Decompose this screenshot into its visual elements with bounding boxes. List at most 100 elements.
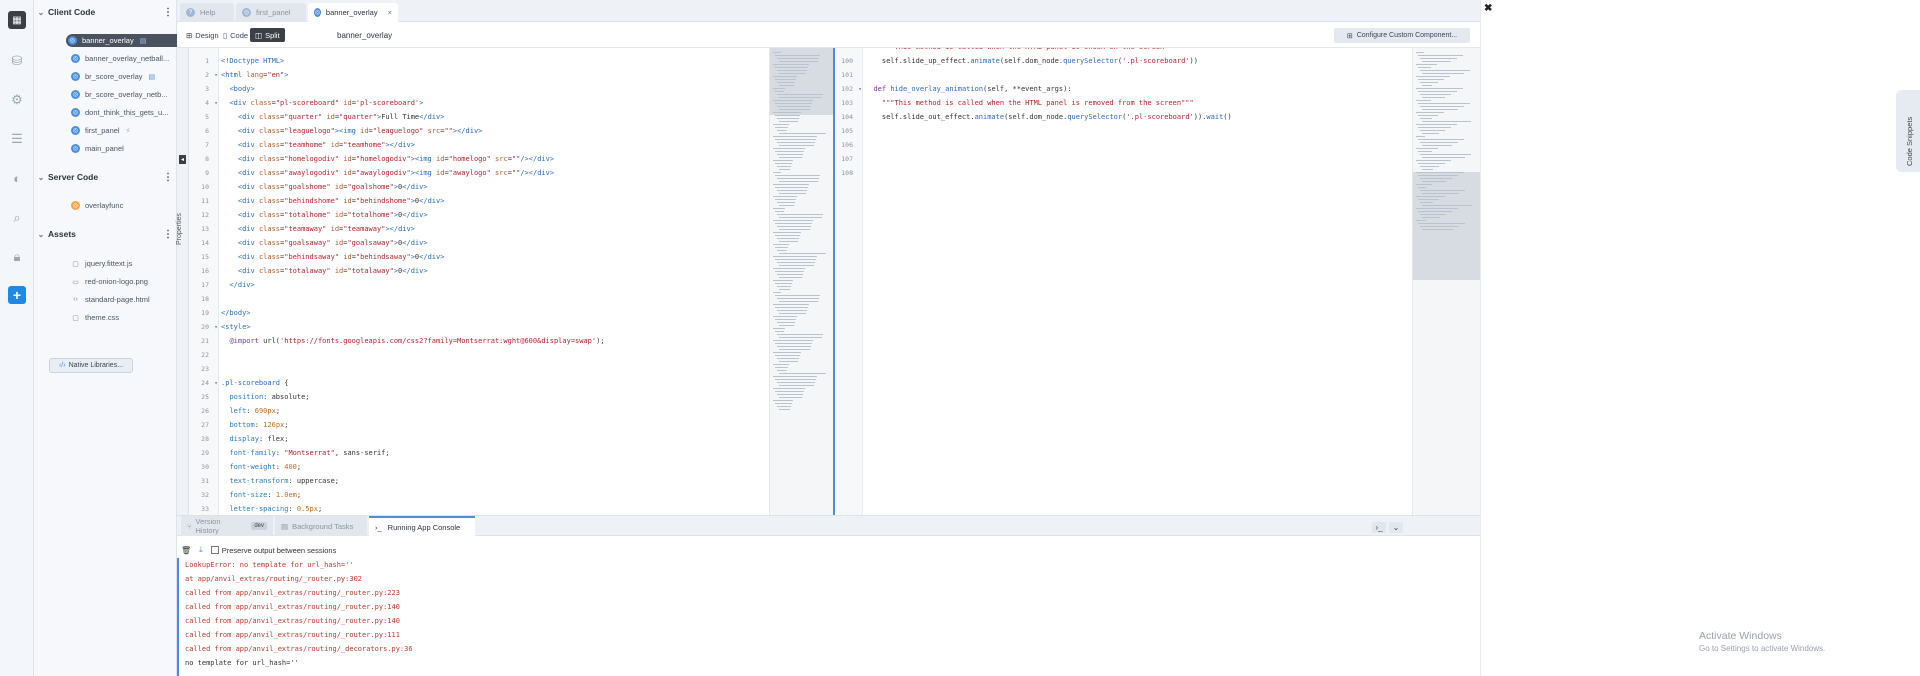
code-line[interactable]: <div class="goalshome" id="goalshome">0<… <box>221 180 428 194</box>
branch-icon: ⑂ <box>187 521 192 531</box>
close-tab-icon[interactable]: × <box>388 8 392 17</box>
html-code-editor[interactable]: 1 <!Doctype HTML> 2 ▾ <html lang="en"> 3 <bod… <box>189 48 833 515</box>
sidebar-item-overlayfunc[interactable]: ◎ overlayfunc <box>71 199 177 212</box>
code-line[interactable]: <body> <box>221 82 254 96</box>
python-minimap[interactable] <box>1412 48 1480 515</box>
code-line[interactable]: <div class="teamaway" id="teamaway"></di… <box>221 222 415 236</box>
code-line[interactable]: letter-spacing: 0.5px; <box>221 502 322 515</box>
sidebar-item-first-panel[interactable]: ◎ first_panel ⚡︎ <box>71 124 177 137</box>
sidebar-item-banner-overlay[interactable]: ◎ banner_overlay ▤ <box>66 34 177 47</box>
code-line[interactable]: font-family: "Montserrat", sans-serif; <box>221 446 389 460</box>
minimap-line <box>775 139 816 140</box>
split-view-button[interactable]: ◫ Split <box>250 28 285 42</box>
sidebar-item-br-score-overlay[interactable]: ◎ br_score_overlay ▤ <box>71 70 177 83</box>
trash-icon[interactable]: 🗑︎ <box>181 546 191 555</box>
terminal-icon[interactable]: ›_ <box>1372 522 1386 533</box>
asset-item-standard-page[interactable]: ‹› standard-page.html <box>71 293 177 306</box>
code-line[interactable]: text-transform: uppercase; <box>221 474 339 488</box>
code-line[interactable]: <div class="behindsaway" id="behindsaway… <box>221 250 445 264</box>
lock-icon[interactable]: 🔒︎ <box>8 248 26 266</box>
code-line[interactable]: def hide_overlay_animation(self, **event… <box>865 82 1071 96</box>
html-minimap[interactable] <box>769 48 833 515</box>
code-line[interactable]: <div class="totalaway" id="totalaway">0<… <box>221 264 428 278</box>
fold-toggle-icon[interactable]: ▾ <box>210 320 218 334</box>
code-line[interactable]: @import url('https://fonts.googleapis.co… <box>221 334 604 348</box>
fold-toggle-icon[interactable]: ▾ <box>210 376 218 390</box>
close-icon[interactable]: ✖ <box>1484 3 1492 14</box>
fold-toggle-icon[interactable]: ▾ <box>210 96 218 110</box>
more-options-icon[interactable]: ⋮ <box>163 172 173 183</box>
more-options-icon[interactable]: ⋮ <box>163 7 173 18</box>
python-code-editor[interactable]: """This method is called when the HTML p… <box>835 48 1480 515</box>
client-code-header[interactable]: ⌄ Client Code ⋮ <box>34 2 177 22</box>
chevron-down-icon[interactable]: ⌄ <box>34 8 48 17</box>
code-line[interactable]: <style> <box>221 320 251 334</box>
tab-help[interactable]: ? Help <box>180 3 234 22</box>
asset-item-theme-css[interactable]: ▢ theme.css <box>71 311 177 324</box>
code-line[interactable]: <div class="awaylogodiv" id="awaylogodiv… <box>221 166 554 180</box>
code-line[interactable]: font-size: 1.0em; <box>221 488 301 502</box>
server-code-header[interactable]: ⌄ Server Code ⋮ <box>34 167 177 187</box>
minimap-line <box>775 379 816 380</box>
settings-icon[interactable]: ⚙ <box>8 91 26 109</box>
preserve-checkbox[interactable] <box>210 546 219 554</box>
expand-properties-icon[interactable]: ◂ <box>179 155 186 164</box>
code-line[interactable]: self.slide_up_effect.animate(self.dom_no… <box>865 54 1198 68</box>
asset-item-red-onion-logo[interactable]: ▭ red-onion-logo.png <box>71 275 177 288</box>
code-line[interactable]: <html lang="en"> <box>221 68 288 82</box>
chevron-down-icon[interactable]: ⌄ <box>34 173 48 182</box>
code-line[interactable]: <div class="quarter" id="quarter">Full T… <box>221 110 445 124</box>
code-view-button[interactable]: ▯ Code <box>218 28 253 42</box>
scroll-lock-icon[interactable]: ⤓ <box>199 545 203 555</box>
configure-custom-component-button[interactable]: ⊞ Configure Custom Component... <box>1334 28 1470 43</box>
chevron-down-icon[interactable]: ⌄ <box>1389 522 1403 533</box>
database-icon[interactable]: ⛁ <box>8 52 26 70</box>
code-line[interactable]: font-weight: 400; <box>221 460 301 474</box>
tab-version-history[interactable]: ⑂ Version History dev <box>181 516 273 536</box>
native-libraries-button[interactable]: ‹/› Native Libraries... <box>49 358 133 373</box>
code-line[interactable]: <div class="goalsaway" id="goalsaway">0<… <box>221 236 428 250</box>
code-line[interactable]: <div class="behindshome" id="behindshome… <box>221 194 445 208</box>
code-line[interactable]: <div class="homelogodiv" id="homelogodiv… <box>221 152 554 166</box>
code-line[interactable]: display: flex; <box>221 432 288 446</box>
code-line[interactable]: <div class="teamhome" id="teamhome"></di… <box>221 138 415 152</box>
list-icon[interactable]: ☰ <box>8 130 26 148</box>
add-icon[interactable]: + <box>8 286 26 304</box>
fold-toggle-icon[interactable]: ▾ <box>210 68 218 82</box>
assets-header[interactable]: ⌄ Assets ⋮ <box>34 224 177 244</box>
more-options-icon[interactable]: ⋮ <box>163 229 173 240</box>
console-output[interactable]: LookupError: no template for url_hash=''… <box>177 558 1480 676</box>
code-line[interactable]: .pl-scoreboard { <box>221 376 288 390</box>
line-number: 18 <box>201 295 209 303</box>
code-line[interactable]: </body> <box>221 306 251 320</box>
code-line[interactable]: <div class="totalhome" id="totalhome">0<… <box>221 208 428 222</box>
tab-banner-overlay[interactable]: ◎ banner_overlay × <box>308 3 398 22</box>
code-line[interactable]: left: 690px; <box>221 404 280 418</box>
sidebar-item-main-panel[interactable]: ◎ main_panel <box>71 142 177 155</box>
asset-item-jquery-fittext[interactable]: ▢ jquery.fittext.js <box>71 257 177 270</box>
code-line[interactable]: position: absolute; <box>221 390 309 404</box>
minimap-line <box>1420 118 1432 119</box>
properties-panel-toggle[interactable]: ◂ <box>177 48 189 515</box>
fold-toggle-icon[interactable]: ▾ <box>854 82 862 96</box>
chevron-down-icon[interactable]: ⌄ <box>34 230 48 239</box>
code-line[interactable]: <div class="pl-scoreboard" id='pl-scoreb… <box>221 96 423 110</box>
code-line[interactable]: """This method is called when the HTML p… <box>865 96 1194 110</box>
code-line[interactable]: </div> <box>221 278 254 292</box>
sidebar-item-dont-think[interactable]: ◎ dont_think_this_gets_u... <box>71 106 177 119</box>
tab-first-panel[interactable]: ◎ first_panel <box>236 3 306 22</box>
code-line[interactable]: bottom: 126px; <box>221 418 288 432</box>
code-line[interactable]: self.slide_out_effect.animate(self.dom_n… <box>865 110 1232 124</box>
minimap-line <box>1416 88 1463 89</box>
tab-background-tasks[interactable]: ▤ Background Tasks <box>275 516 367 536</box>
search-icon[interactable]: ⌕ <box>8 209 26 227</box>
code-line[interactable]: <!Doctype HTML> <box>221 54 284 68</box>
code-snippets-tab[interactable]: Code Snippets <box>1896 90 1920 172</box>
line-number: 5 <box>205 113 209 121</box>
tab-running-app-console[interactable]: ›_ Running App Console <box>369 516 475 536</box>
app-logo-icon[interactable]: ▦ <box>8 11 26 29</box>
sidebar-item-br-score-overlay-netball[interactable]: ◎ br_score_overlay_netb... <box>71 88 177 101</box>
sidebar-item-banner-overlay-netball[interactable]: ◎ banner_overlay_netball... <box>71 52 177 65</box>
code-line[interactable]: <div class="leaguelogo"><img id="leaguel… <box>221 124 483 138</box>
palette-icon[interactable]: ◐ <box>8 169 26 187</box>
